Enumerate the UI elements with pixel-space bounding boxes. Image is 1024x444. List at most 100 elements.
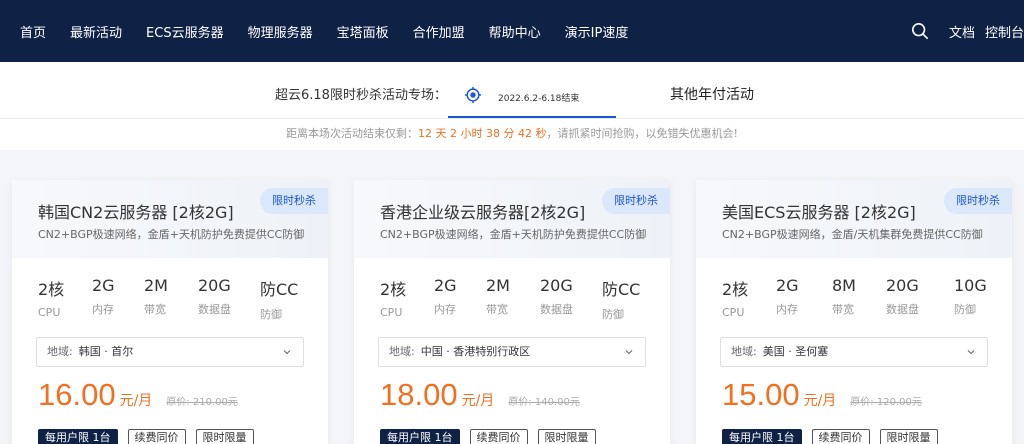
spec-cpu: 2核 CPU (38, 276, 64, 319)
promo-label: 超云6.18限时秒杀活动专场： (275, 88, 447, 103)
nav-item-home[interactable]: 首页 (0, 22, 58, 41)
spec-key: 内存 (776, 303, 798, 316)
price-unit: 元/月 (803, 393, 837, 409)
spec-value: 2核 (380, 280, 407, 299)
card-title: 韩国CN2云服务器 [2核2G] (38, 203, 234, 222)
product-card-hongkong[interactable]: 香港企业级云服务器[2核2G] CN2+BGP极速网络，金盾+天机防护免费提供C… (354, 180, 670, 444)
search-icon[interactable] (911, 22, 929, 40)
spec-key: 防御 (602, 308, 624, 321)
spec-key: 内存 (434, 303, 456, 316)
promo-tab-other[interactable]: 其他年付活动 (670, 84, 754, 104)
spec-bandwidth: 2M 带宽 (486, 276, 510, 317)
price-block: 16.00 元/月 原价: 210.00元 (38, 377, 238, 413)
nav-item-baota-panel[interactable]: 宝塔面板 (325, 22, 401, 41)
price-block: 15.00 元/月 原价: 120.00元 (722, 377, 922, 413)
nav-item-latest-activity[interactable]: 最新活动 (58, 22, 134, 41)
spec-key: 数据盘 (886, 303, 919, 316)
nav-console-link[interactable]: 控制台 (985, 22, 1024, 41)
spec-defense: 防CC 防御 (260, 276, 298, 322)
spec-disk: 20G 数据盘 (540, 276, 573, 317)
spec-value: 防CC (602, 280, 641, 299)
spec-key: CPU (380, 306, 403, 319)
spec-cpu: 2核 CPU (380, 276, 406, 319)
spec-defense: 10G 防御 (954, 276, 987, 317)
spec-value: 2G (776, 276, 799, 295)
chevron-down-icon (283, 350, 291, 355)
price-unit: 元/月 (461, 393, 495, 409)
price-value: 18.00 (380, 377, 458, 412)
tag-limited-time: 限时限量 (537, 429, 596, 444)
region-value: 韩国 · 首尔 (78, 345, 134, 358)
tag-list: 每用户限 1台 续费同价 限时限量 (380, 426, 606, 444)
nav-item-partner[interactable]: 合作加盟 (401, 22, 477, 41)
spec-value: 2G (434, 276, 457, 295)
tag-limited-time: 限时限量 (195, 429, 254, 444)
nav-item-help[interactable]: 帮助中心 (477, 22, 553, 41)
spec-key: CPU (722, 306, 745, 319)
nav-docs-link[interactable]: 文档 (949, 22, 975, 41)
region-value: 美国 · 圣何塞 (762, 345, 829, 358)
spec-memory: 2G 内存 (92, 276, 115, 317)
tag-list: 每用户限 1台 续费同价 限时限量 (38, 426, 264, 444)
tag-limit-per-user: 每用户限 1台 (722, 429, 802, 444)
spec-key: 防御 (954, 303, 976, 316)
price-value: 16.00 (38, 377, 116, 412)
original-price: 原价: 210.00元 (166, 397, 238, 408)
spec-value: 8M (832, 276, 856, 295)
spec-key: 数据盘 (540, 303, 573, 316)
region-label: 地域: (731, 345, 757, 358)
product-card-korea[interactable]: 韩国CN2云服务器 [2核2G] CN2+BGP极速网络，金盾+天机防护免费提供… (12, 180, 328, 444)
region-select[interactable]: 地域: 中国 · 香港特别行政区 (378, 337, 646, 367)
nav-item-ip-speed[interactable]: 演示IP速度 (553, 22, 641, 41)
tag-limit-per-user: 每用户限 1台 (380, 429, 460, 444)
tag-list: 每用户限 1台 续费同价 限时限量 (722, 426, 948, 444)
original-price: 原价: 120.00元 (850, 397, 922, 408)
spec-value: 10G (954, 276, 987, 295)
spec-memory: 2G 内存 (434, 276, 457, 317)
spec-defense: 防CC 防御 (602, 276, 640, 322)
spec-list: 2核 CPU 2G 内存 8M 带宽 20G 数据盘 10G 防御 (722, 276, 1002, 326)
spec-disk: 20G 数据盘 (198, 276, 231, 317)
product-card-usa[interactable]: 美国ECS云服务器 [2核2G] CN2+BGP极速网络，金盾/天机集群免费提供… (696, 180, 1012, 444)
region-select[interactable]: 地域: 韩国 · 首尔 (36, 337, 304, 367)
flash-sale-badge: 限时秒杀 (944, 188, 1012, 214)
nav-right: 文档 控制台 (911, 0, 1024, 62)
promo-tab-active[interactable]: 2022.6.2-6.18结束 (448, 76, 616, 118)
nav-item-ecs[interactable]: ECS云服务器 (134, 22, 236, 41)
spec-key: 数据盘 (198, 303, 231, 316)
card-desc: CN2+BGP极速网络，金盾/天机集群免费提供CC防御 (722, 228, 983, 241)
spec-disk: 20G 数据盘 (886, 276, 919, 317)
tag-limit-per-user: 每用户限 1台 (38, 429, 118, 444)
spec-value: 2G (92, 276, 115, 295)
spec-list: 2核 CPU 2G 内存 2M 带宽 20G 数据盘 防CC 防御 (380, 276, 660, 326)
region-label: 地域: (389, 345, 415, 358)
flash-sale-badge: 限时秒杀 (602, 188, 670, 214)
spec-list: 2核 CPU 2G 内存 2M 带宽 20G 数据盘 防CC 防御 (38, 276, 318, 326)
spec-value: 2M (486, 276, 510, 295)
price-block: 18.00 元/月 原价: 140.00元 (380, 377, 580, 413)
tag-same-renewal: 续费同价 (469, 429, 528, 444)
region-select[interactable]: 地域: 美国 · 圣何塞 (720, 337, 988, 367)
card-title: 美国ECS云服务器 [2核2G] (722, 203, 916, 222)
clock-icon (464, 86, 482, 104)
spec-key: 防御 (260, 308, 282, 321)
spec-key: CPU (38, 306, 61, 319)
tag-same-renewal: 续费同价 (127, 429, 186, 444)
tag-limited-time: 限时限量 (879, 429, 938, 444)
chevron-down-icon (967, 350, 975, 355)
spec-value: 防CC (260, 280, 299, 299)
chevron-down-icon (625, 350, 633, 355)
countdown-time: 12 天 2 小时 38 分 42 秒 (418, 127, 547, 140)
tag-same-renewal: 续费同价 (811, 429, 870, 444)
spec-bandwidth: 2M 带宽 (144, 276, 168, 317)
countdown-prefix: 距离本场次活动结束仅剩： (286, 127, 419, 140)
promo-bar: 超云6.18限时秒杀活动专场： 2022.6.2-6.18结束 其他年付活动 (0, 62, 1024, 118)
spec-value: 20G (886, 276, 919, 295)
spec-value: 2核 (722, 280, 749, 299)
region-value: 中国 · 香港特别行政区 (420, 345, 531, 358)
top-nav: 首页 最新活动 ECS云服务器 物理服务器 宝塔面板 合作加盟 帮助中心 演示I… (0, 0, 1024, 62)
promo-active-date: 2022.6.2-6.18结束 (498, 94, 580, 104)
price-value: 15.00 (722, 377, 800, 412)
spec-key: 带宽 (832, 303, 854, 316)
nav-item-physical-server[interactable]: 物理服务器 (236, 22, 325, 41)
